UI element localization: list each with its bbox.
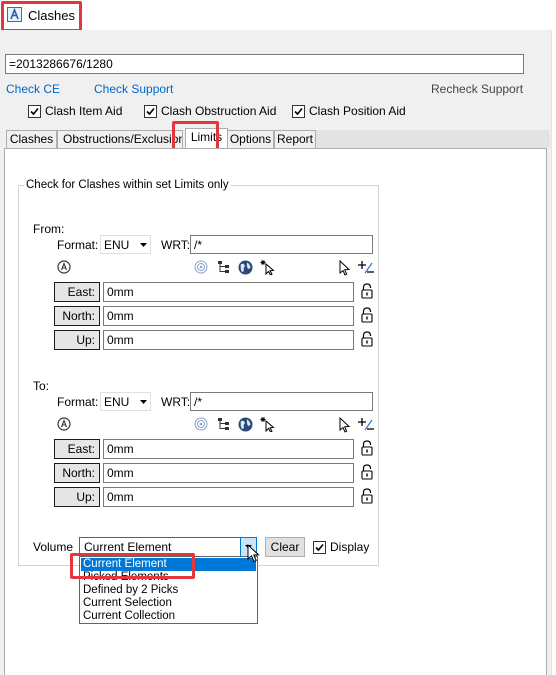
to-select-arrow-icon[interactable] [338,417,352,433]
title-bar [0,0,556,30]
dropdown-option-current-selection[interactable]: Current Selection [81,597,256,610]
clash-item-aid-checkbox[interactable] [28,105,41,118]
window-title: Clashes [28,8,75,23]
to-east-lock-icon[interactable] [361,440,373,456]
from-wrt-label: WRT: [161,238,191,252]
clash-obstruction-aid-label: Clash Obstruction Aid [161,104,277,118]
reference-field[interactable]: =2013286676/1280 [5,54,524,74]
to-auto-icon[interactable] [57,417,71,431]
from-east-lock-icon[interactable] [361,283,373,299]
to-format-label: Format: [57,395,99,409]
to-pick-cursor-icon[interactable] [259,416,275,432]
tab-limits[interactable]: Limits [185,128,228,149]
dropdown-option-defined-by-2-picks[interactable]: Defined by 2 Picks [81,584,256,597]
from-globe-icon[interactable] [238,260,253,275]
to-north-field[interactable]: 0mm [103,463,354,483]
app-icon [7,7,22,22]
to-east-field[interactable]: 0mm [103,439,354,459]
tab-report[interactable]: Report [274,130,316,148]
from-north-field[interactable]: 0mm [103,306,354,326]
from-north-lock-icon[interactable] [361,307,373,323]
from-up-lock-icon[interactable] [361,331,373,347]
clash-position-aid-label: Clash Position Aid [309,104,406,118]
from-select-arrow-icon[interactable] [338,260,352,276]
check-mark-icon [146,107,155,116]
to-up-field[interactable]: 0mm [103,487,354,507]
to-north-button[interactable]: North: [54,463,100,483]
to-up-lock-icon[interactable] [361,488,373,504]
check-mark-icon [30,107,39,116]
tab-strip-fill [316,130,550,148]
volume-label: Volume [33,540,74,554]
from-east-button[interactable]: East: [54,282,100,302]
clash-obstruction-aid-checkbox[interactable] [144,105,157,118]
from-east-field[interactable]: 0mm [103,282,354,302]
from-target-icon[interactable] [194,260,208,274]
dropdown-option-current-element[interactable]: Current Element [81,558,256,571]
to-wrt-field[interactable]: /* [190,392,373,411]
from-up-field[interactable]: 0mm [103,330,354,350]
limits-group-title: Check for Clashes within set Limits only [24,179,231,191]
chevron-down-icon [140,400,147,404]
tab-clashes[interactable]: Clashes [6,130,57,148]
clear-button[interactable]: Clear [265,537,305,557]
tab-obstructions-exclusions[interactable]: Obstructions/Exclusions [57,130,183,148]
from-format-label: Format: [57,238,99,252]
to-globe-icon[interactable] [238,417,253,432]
volume-select[interactable]: Current Element [79,537,257,557]
to-format-select[interactable]: ENU [100,392,151,411]
from-pick-cursor-icon[interactable] [259,259,275,275]
panel-scroll-edge [551,30,556,675]
tab-options[interactable]: Options [227,130,274,148]
recheck-support-link[interactable]: Recheck Support [431,82,523,96]
to-hierarchy-icon[interactable] [217,417,231,431]
check-ce-link[interactable]: Check CE [6,82,60,96]
from-hierarchy-icon[interactable] [217,260,231,274]
from-format-select[interactable]: ENU [100,235,151,254]
from-auto-icon[interactable] [57,260,71,274]
to-north-lock-icon[interactable] [361,464,373,480]
display-label: Display [330,540,370,554]
from-wrt-field[interactable]: /* [190,235,373,254]
mouse-cursor-icon [247,544,261,564]
from-up-button[interactable]: Up: [54,330,100,350]
to-wrt-label: WRT: [161,395,191,409]
from-plus-minus-icon[interactable] [357,260,375,274]
to-east-button[interactable]: East: [54,439,100,459]
to-format-value: ENU [104,395,130,409]
to-label: To: [33,379,50,393]
dropdown-option-picked-elements[interactable]: Picked Elements [81,571,256,584]
clash-item-aid-label: Clash Item Aid [45,104,123,118]
check-support-link[interactable]: Check Support [94,82,173,96]
from-format-value: ENU [104,238,130,252]
volume-dropdown-list: Current Element Picked Elements Defined … [79,556,258,624]
to-up-button[interactable]: Up: [54,487,100,507]
volume-select-value: Current Element [84,540,172,554]
to-target-icon[interactable] [194,417,208,431]
check-mark-icon [294,107,303,116]
dropdown-option-current-collection[interactable]: Current Collection [81,610,256,623]
display-checkbox[interactable] [313,541,326,554]
chevron-down-icon [140,243,147,247]
from-label: From: [33,222,65,236]
check-mark-icon [315,543,324,552]
to-plus-minus-icon[interactable] [357,417,375,431]
clash-position-aid-checkbox[interactable] [292,105,305,118]
from-north-button[interactable]: North: [54,306,100,326]
